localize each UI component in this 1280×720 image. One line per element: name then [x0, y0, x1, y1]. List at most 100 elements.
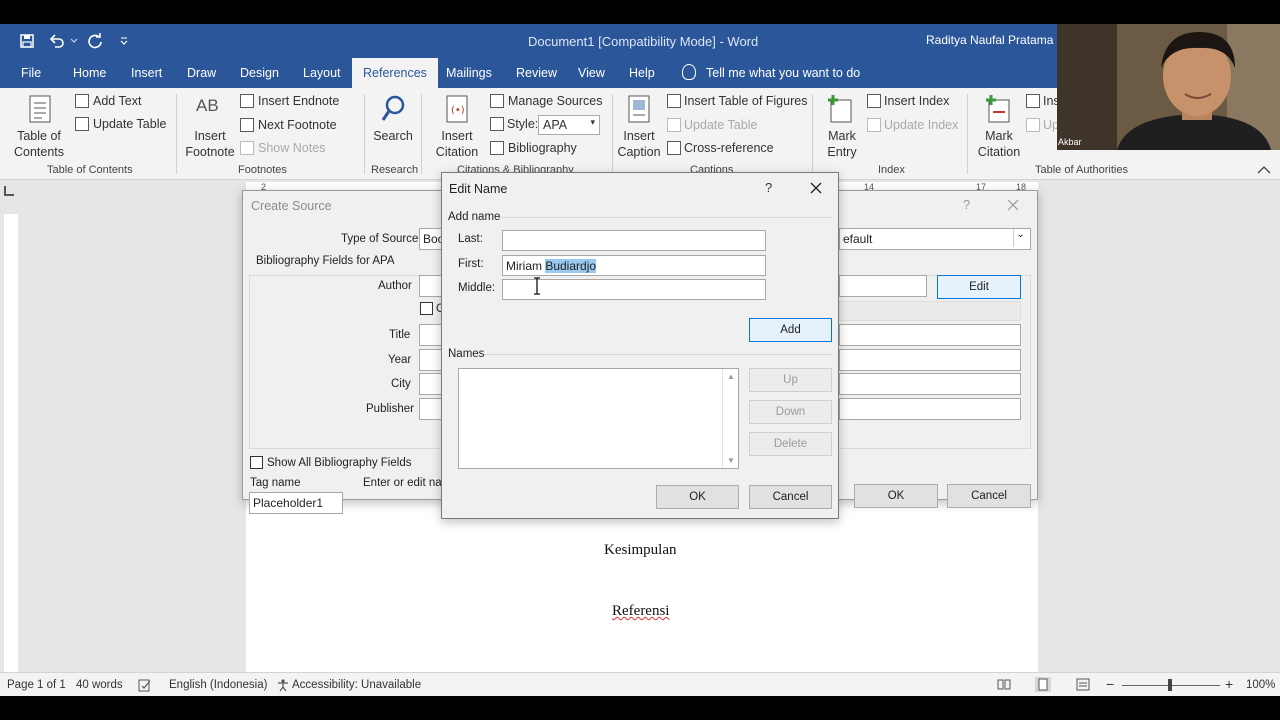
tab-view[interactable]: View [578, 66, 605, 80]
first-name-input[interactable]: Miriam Budiardjo [502, 255, 766, 276]
mark-entry-button[interactable]: Mark Entry [820, 128, 864, 160]
tab-selector-icon[interactable] [4, 186, 14, 196]
manage-sources-button[interactable]: Manage Sources [508, 94, 603, 108]
manage-sources-icon [490, 94, 504, 108]
zoom-in-button[interactable]: + [1225, 676, 1233, 692]
language-status[interactable]: English (Indonesia) [169, 679, 267, 691]
window-title: Document1 [Compatibility Mode] - Word [528, 34, 759, 49]
print-layout-icon[interactable] [1035, 677, 1051, 692]
table-of-contents-icon [29, 95, 51, 123]
search-button[interactable]: Search [372, 128, 414, 144]
tab-review[interactable]: Review [516, 66, 557, 80]
title-input-right[interactable] [839, 324, 1021, 346]
title-input[interactable] [419, 324, 443, 346]
tab-insert[interactable]: Insert [131, 66, 162, 80]
scroll-up-icon[interactable]: ▲ [727, 372, 735, 381]
author-input-right[interactable] [839, 275, 927, 297]
account-name[interactable]: Raditya Naufal Pratama [926, 33, 1053, 47]
redo-icon[interactable] [86, 32, 104, 50]
publisher-input-right[interactable] [839, 398, 1021, 420]
add-name-button[interactable]: Add [749, 318, 832, 342]
update-table-figures-icon [667, 118, 681, 132]
zoom-out-button[interactable]: − [1106, 676, 1114, 692]
city-input[interactable] [419, 373, 443, 395]
customize-qat-icon[interactable] [119, 36, 129, 46]
help-icon[interactable]: ? [765, 180, 772, 195]
insert-footnote-button[interactable]: Insert Footnote [184, 128, 236, 160]
accessibility-icon[interactable] [276, 678, 290, 692]
chevron-down-icon: ⌄ [1013, 229, 1027, 247]
cross-reference-button[interactable]: Cross-reference [684, 141, 774, 155]
create-source-ok-button[interactable]: OK [854, 484, 938, 508]
close-icon[interactable] [1007, 199, 1019, 211]
tab-layout[interactable]: Layout [303, 66, 341, 80]
collapse-ribbon-icon[interactable] [1257, 166, 1271, 174]
publisher-input[interactable] [419, 398, 443, 420]
tab-design[interactable]: Design [240, 66, 279, 80]
tab-references[interactable]: References [352, 58, 438, 88]
text-cursor-icon [534, 277, 540, 295]
page-count[interactable]: Page 1 of 1 [7, 679, 66, 691]
help-icon[interactable]: ? [963, 197, 970, 212]
bibliography-button[interactable]: Bibliography [508, 141, 577, 155]
insert-endnote-button[interactable]: Insert Endnote [258, 94, 339, 108]
title-label: Title [389, 329, 411, 341]
table-of-contents-button[interactable]: Table of Contents [14, 128, 64, 160]
tab-draw[interactable]: Draw [187, 66, 216, 80]
tag-name-input[interactable]: Placeholder1 [249, 492, 343, 514]
insert-index-button[interactable]: Insert Index [884, 94, 949, 108]
update-table-figures-button[interactable]: Update Table [684, 118, 757, 132]
word-count[interactable]: 40 words [76, 679, 123, 691]
undo-icon[interactable] [48, 32, 66, 50]
read-mode-icon[interactable] [997, 678, 1011, 691]
proofing-icon[interactable] [138, 678, 152, 692]
group-separator [967, 94, 968, 174]
tab-file[interactable]: File [21, 66, 41, 80]
last-name-input[interactable] [502, 230, 766, 251]
style-select[interactable]: APA ▾ [538, 115, 600, 135]
zoom-slider-thumb[interactable] [1168, 679, 1172, 691]
city-input-right[interactable] [839, 373, 1021, 395]
author-label: Author [378, 280, 412, 292]
next-footnote-button[interactable]: Next Footnote [258, 118, 337, 132]
tell-me-search[interactable]: Tell me what you want to do [706, 66, 860, 80]
update-table-button[interactable]: Update Table [93, 117, 166, 131]
close-icon[interactable] [810, 182, 822, 194]
accessibility-status[interactable]: Accessibility: Unavailable [292, 679, 421, 691]
corporate-author-checkbox[interactable] [420, 302, 433, 315]
update-index-button[interactable]: Update Index [884, 118, 958, 132]
tab-help[interactable]: Help [629, 66, 655, 80]
corporate-author-field [839, 301, 1021, 321]
zoom-level[interactable]: 100% [1246, 679, 1275, 691]
status-bar: Page 1 of 1 40 words English (Indonesia)… [0, 672, 1280, 696]
insert-citation-button[interactable]: Insert Citation [428, 128, 486, 160]
move-up-button[interactable]: Up [749, 368, 832, 392]
edit-name-ok-button[interactable]: OK [656, 485, 739, 509]
group-divider [484, 354, 832, 355]
undo-dropdown-icon[interactable] [70, 38, 78, 44]
scroll-down-icon[interactable]: ▼ [727, 456, 735, 465]
year-input[interactable] [419, 349, 443, 371]
mark-citation-button[interactable]: Mark Citation [976, 128, 1022, 160]
save-icon[interactable] [19, 33, 35, 49]
vertical-ruler[interactable] [4, 214, 18, 674]
names-list[interactable]: ▲ ▼ [458, 368, 739, 469]
edit-name-cancel-button[interactable]: Cancel [749, 485, 832, 509]
tab-mailings[interactable]: Mailings [446, 66, 492, 80]
language-select[interactable]: efault ⌄ [839, 228, 1031, 250]
create-source-cancel-button[interactable]: Cancel [947, 484, 1031, 508]
tab-home[interactable]: Home [73, 66, 106, 80]
add-text-button[interactable]: Add Text [93, 94, 141, 108]
web-layout-icon[interactable] [1076, 678, 1090, 691]
year-input-right[interactable] [839, 349, 1021, 371]
insert-table-of-figures-button[interactable]: Insert Table of Figures [684, 94, 807, 108]
move-down-button[interactable]: Down [749, 400, 832, 424]
names-list-scrollbar[interactable]: ▲ ▼ [722, 369, 738, 468]
delete-name-button[interactable]: Delete [749, 432, 832, 456]
chevron-down-icon: ▾ [590, 117, 595, 127]
edit-author-button[interactable]: Edit [937, 275, 1021, 299]
show-notes-button[interactable]: Show Notes [258, 141, 325, 155]
author-input[interactable] [419, 275, 443, 297]
show-all-fields-checkbox[interactable] [250, 456, 263, 469]
insert-caption-button[interactable]: Insert Caption [614, 128, 664, 160]
